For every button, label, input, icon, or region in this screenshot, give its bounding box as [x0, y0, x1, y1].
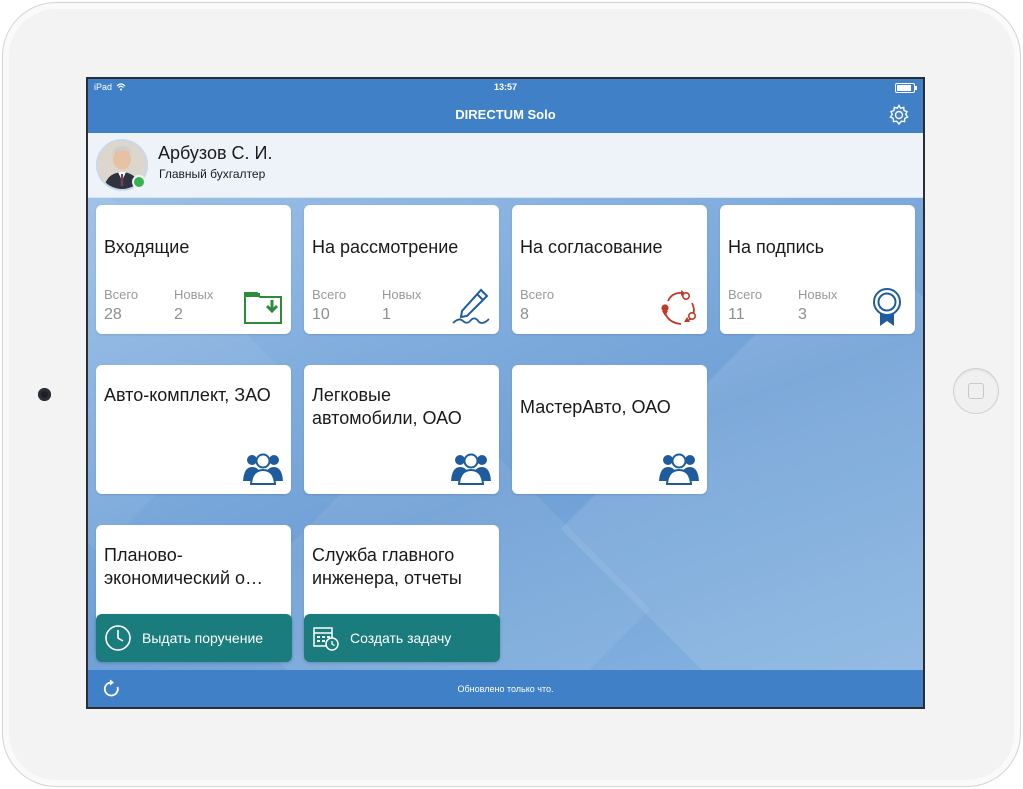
app-title: DIRECTUM Solo: [455, 107, 556, 122]
clock: 13:57: [493, 82, 518, 92]
tile-title: Легковые автомобили, ОАО: [312, 385, 462, 428]
tile-review[interactable]: На рассмотрение Всего Новых 10 1: [304, 205, 499, 334]
award-ribbon-icon: [873, 288, 901, 326]
home-button[interactable]: [953, 368, 999, 414]
new-count: 3: [798, 306, 807, 323]
total-count: 8: [520, 306, 529, 323]
tile-approval[interactable]: На согласование Всего 8: [512, 205, 707, 334]
tile-group[interactable]: МастерАвто, ОАО: [512, 365, 707, 494]
tile-title: Служба главного инженера, отчеты: [312, 545, 462, 588]
tile-group[interactable]: Легковые автомобили, ОАО: [304, 365, 499, 494]
footer-bar: Обновлено только что.: [88, 670, 923, 707]
new-label: Новых: [174, 287, 214, 302]
calendar-clock-icon: [313, 627, 339, 651]
create-task-label: Создать задачу: [350, 630, 452, 646]
tile-title: Авто-комплект, ЗАО: [104, 385, 271, 405]
front-camera: [38, 388, 51, 401]
total-count: 10: [312, 306, 330, 323]
total-label: Всего: [312, 287, 347, 302]
tile-title: На рассмотрение: [312, 237, 459, 257]
gear-icon[interactable]: [887, 103, 911, 127]
group-icon: [243, 453, 283, 485]
user-name: Арбузов С. И.: [158, 143, 273, 163]
total-label: Всего: [104, 287, 139, 302]
clock-icon: [105, 625, 131, 651]
group-icon: [451, 453, 491, 485]
folder-download-icon: [244, 292, 282, 324]
screen: iPad 13:57 DIRECTUM Solo Арбузов С. И. Г…: [86, 77, 925, 709]
online-status-dot: [132, 175, 146, 189]
total-label: Всего: [728, 287, 763, 302]
cycle-arrows-icon: [661, 290, 696, 325]
tile-title: МастерАвто, ОАО: [520, 397, 671, 417]
tile-signing[interactable]: На подпись Всего Новых 11 3: [720, 205, 915, 334]
assign-task-button[interactable]: Выдать поручение: [96, 614, 292, 662]
new-label: Новых: [382, 287, 422, 302]
create-task-button[interactable]: Создать задачу: [304, 614, 500, 662]
battery-icon: [895, 83, 917, 93]
new-label: Новых: [798, 287, 838, 302]
group-icon: [659, 453, 699, 485]
profile-header[interactable]: Арбузов С. И. Главный бухгалтер: [88, 133, 923, 198]
app-background: iPad 13:57 DIRECTUM Solo Арбузов С. И. Г…: [88, 79, 923, 707]
tile-inbox[interactable]: Входящие Всего Новых 28 2: [96, 205, 291, 334]
tile-title: На согласование: [520, 237, 663, 257]
total-label: Всего: [520, 287, 555, 302]
nav-bar: DIRECTUM Solo: [88, 97, 923, 133]
new-count: 1: [382, 306, 391, 323]
update-status: Обновлено только что.: [457, 684, 554, 694]
new-count: 2: [174, 306, 183, 323]
pen-icon: [452, 288, 490, 324]
tile-group[interactable]: Авто-комплект, ЗАО: [96, 365, 291, 494]
tile-title: На подпись: [728, 237, 825, 257]
assign-task-label: Выдать поручение: [142, 630, 264, 646]
tile-title: Входящие: [104, 237, 190, 257]
status-bar: iPad 13:57: [88, 79, 923, 97]
total-count: 28: [104, 306, 122, 323]
tile-title: Планово-экономический о…: [104, 545, 264, 588]
total-count: 11: [728, 306, 745, 323]
user-role: Главный бухгалтер: [159, 167, 266, 181]
